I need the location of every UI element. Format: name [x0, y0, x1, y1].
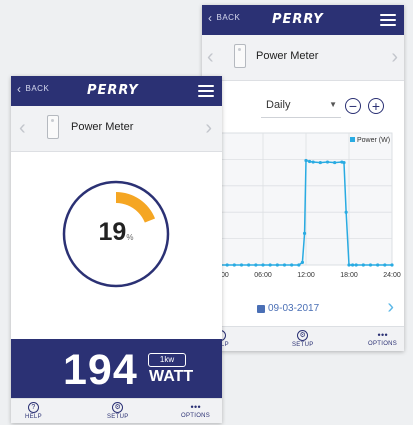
- back-button[interactable]: ‹ BACK: [17, 81, 50, 96]
- power-unit: WATT: [149, 368, 194, 385]
- chevron-down-icon: ▼: [329, 100, 337, 109]
- legend-label: Power (W): [357, 137, 390, 144]
- setup-label: SETUP: [292, 342, 314, 348]
- power-chart: 00:0006:0012:0018:0024:00Power (W): [211, 132, 401, 279]
- gauge-percent-value: 19: [98, 218, 127, 246]
- prev-device-button[interactable]: ‹: [19, 117, 26, 140]
- data-point: [311, 160, 315, 164]
- dots-icon: •••: [190, 402, 201, 412]
- gauge-percent-unit: %: [126, 233, 134, 242]
- chevron-left-icon: ‹: [17, 81, 22, 96]
- options-label: OPTIONS: [368, 341, 398, 347]
- data-point: [344, 210, 348, 214]
- device-name: Power Meter: [71, 121, 134, 133]
- hamburger-menu-icon[interactable]: [198, 85, 214, 97]
- data-point: [347, 263, 351, 267]
- setup-button[interactable]: ⚙ SETUP: [292, 330, 314, 348]
- data-point: [282, 263, 287, 267]
- data-point: [350, 263, 355, 267]
- calendar-icon: [257, 304, 265, 313]
- data-point: [307, 159, 312, 164]
- zoom-in-button[interactable]: +: [368, 98, 384, 114]
- data-point: [376, 263, 380, 267]
- power-scale-badge: 1kw: [148, 353, 186, 367]
- data-point: [354, 263, 358, 267]
- data-point: [318, 160, 322, 165]
- back-label: BACK: [216, 13, 241, 22]
- setup-button[interactable]: ⚙ SETUP: [107, 402, 129, 420]
- data-point: [304, 158, 308, 163]
- date-display[interactable]: 09-03-2017: [257, 303, 319, 314]
- zoom-out-button[interactable]: −: [345, 98, 361, 114]
- data-point: [247, 263, 251, 267]
- x-tick-label: 12:00: [297, 272, 315, 279]
- next-device-button[interactable]: ›: [205, 117, 212, 140]
- back-button[interactable]: ‹ BACK: [208, 10, 241, 25]
- prev-device-button[interactable]: ‹: [207, 46, 214, 69]
- x-tick-label: 18:00: [340, 272, 358, 279]
- daily-chart-screen: ‹ BACK PERRY ‹ Power Meter › Daily ▼ − +…: [202, 5, 404, 351]
- date-navigator: ‹ 09-03-2017 ›: [202, 293, 404, 325]
- data-point: [300, 260, 305, 264]
- data-point: [361, 263, 365, 267]
- data-point: [390, 263, 394, 267]
- period-value: Daily: [266, 99, 291, 111]
- gear-icon: ⚙: [112, 402, 124, 413]
- data-point: [333, 160, 337, 165]
- live-power-screen: ‹ BACK PERRY ‹ Power Meter › 19% 194 1kw…: [11, 76, 222, 423]
- data-point: [261, 263, 265, 267]
- chevron-left-icon: ‹: [208, 10, 213, 25]
- data-point: [275, 263, 279, 267]
- device-name: Power Meter: [256, 50, 319, 62]
- data-point: [325, 160, 330, 164]
- device-icon: [47, 115, 59, 139]
- dots-icon: •••: [377, 330, 388, 340]
- data-point: [297, 263, 301, 267]
- next-device-button[interactable]: ›: [391, 46, 398, 69]
- data-point: [225, 263, 229, 267]
- data-point: [302, 231, 307, 235]
- data-point: [290, 263, 294, 267]
- power-gauge: 19%: [56, 174, 176, 294]
- options-label: OPTIONS: [181, 413, 211, 419]
- bottom-nav: ? HELP ⚙ SETUP ••• OPTIONS: [11, 398, 222, 423]
- device-icon: [234, 44, 246, 68]
- hamburger-menu-icon[interactable]: [380, 14, 396, 26]
- help-label: HELP: [25, 414, 42, 420]
- x-tick-label: 06:00: [254, 272, 272, 279]
- help-button[interactable]: ? HELP: [25, 402, 42, 420]
- data-point: [254, 263, 258, 267]
- power-readout: 194 1kw WATT: [11, 339, 222, 399]
- question-circle-icon: ?: [27, 402, 39, 413]
- data-point: [368, 263, 373, 267]
- next-date-button[interactable]: ›: [387, 296, 394, 319]
- options-button[interactable]: ••• OPTIONS: [181, 402, 210, 419]
- power-value: 194: [63, 346, 138, 394]
- data-point: [239, 263, 244, 267]
- brand-logo: PERRY: [87, 83, 139, 98]
- data-point: [232, 263, 236, 267]
- data-point: [268, 263, 272, 267]
- app-header: ‹ BACK PERRY: [11, 76, 222, 106]
- x-tick-label: 24:00: [383, 272, 401, 279]
- device-selector: ‹ Power Meter ›: [202, 35, 404, 81]
- device-selector: ‹ Power Meter ›: [11, 106, 222, 152]
- brand-logo: PERRY: [272, 12, 324, 27]
- data-point: [383, 263, 387, 267]
- period-select[interactable]: Daily ▼: [261, 95, 341, 118]
- date-value: 09-03-2017: [268, 303, 320, 314]
- gear-icon: ⚙: [297, 330, 309, 341]
- options-button[interactable]: ••• OPTIONS: [368, 330, 397, 347]
- data-point: [342, 160, 346, 165]
- back-label: BACK: [25, 84, 50, 93]
- legend-swatch: [350, 137, 355, 142]
- gauge-percent: 19%: [56, 218, 176, 247]
- app-header: ‹ BACK PERRY: [202, 5, 404, 35]
- bottom-nav: ? HELP ⚙ SETUP ••• OPTIONS: [202, 326, 404, 351]
- setup-label: SETUP: [107, 414, 129, 420]
